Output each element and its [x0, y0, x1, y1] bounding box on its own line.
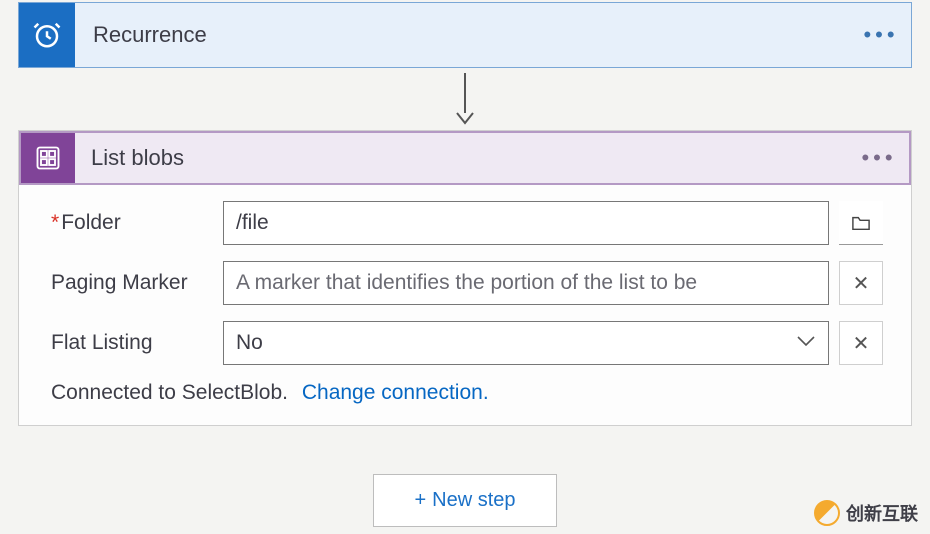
- folder-input[interactable]: /file: [223, 201, 829, 245]
- connection-status: Connected to SelectBlob. Change connecti…: [51, 381, 883, 405]
- watermark-text: 创新互联: [846, 500, 918, 526]
- action-title: List blobs: [75, 133, 849, 183]
- new-step-container: +New step: [18, 474, 912, 527]
- action-form: *Folder /file Paging Marker A marker tha…: [19, 185, 911, 425]
- change-connection-link[interactable]: Change connection.: [302, 381, 489, 404]
- new-step-button[interactable]: +New step: [373, 474, 556, 527]
- trigger-menu-button[interactable]: •••: [851, 3, 911, 67]
- clock-alarm-icon: [19, 3, 75, 67]
- watermark: 创新互联: [814, 500, 918, 526]
- paging-marker-clear-button[interactable]: ✕: [839, 261, 883, 305]
- flat-listing-row: Flat Listing No ✕: [51, 321, 883, 365]
- paging-marker-input[interactable]: A marker that identifies the portion of …: [223, 261, 829, 305]
- action-card: List blobs ••• *Folder /file Paging Mar: [18, 130, 912, 426]
- flat-listing-clear-button[interactable]: ✕: [839, 321, 883, 365]
- folder-label: *Folder: [51, 211, 223, 235]
- trigger-card[interactable]: Recurrence •••: [18, 2, 912, 68]
- flat-listing-select[interactable]: No: [223, 321, 829, 365]
- flat-listing-label: Flat Listing: [51, 331, 223, 355]
- folder-row: *Folder /file: [51, 201, 883, 245]
- chevron-down-icon: [796, 334, 816, 352]
- folder-picker-button[interactable]: [839, 201, 883, 245]
- flow-connector: [18, 68, 912, 130]
- trigger-title: Recurrence: [75, 3, 851, 67]
- action-header[interactable]: List blobs •••: [19, 131, 911, 185]
- paging-marker-row: Paging Marker A marker that identifies t…: [51, 261, 883, 305]
- action-menu-button[interactable]: •••: [849, 133, 909, 183]
- blob-storage-icon: [21, 133, 75, 183]
- plus-icon: +: [414, 489, 426, 511]
- watermark-logo-icon: [814, 500, 840, 526]
- paging-marker-label: Paging Marker: [51, 271, 223, 295]
